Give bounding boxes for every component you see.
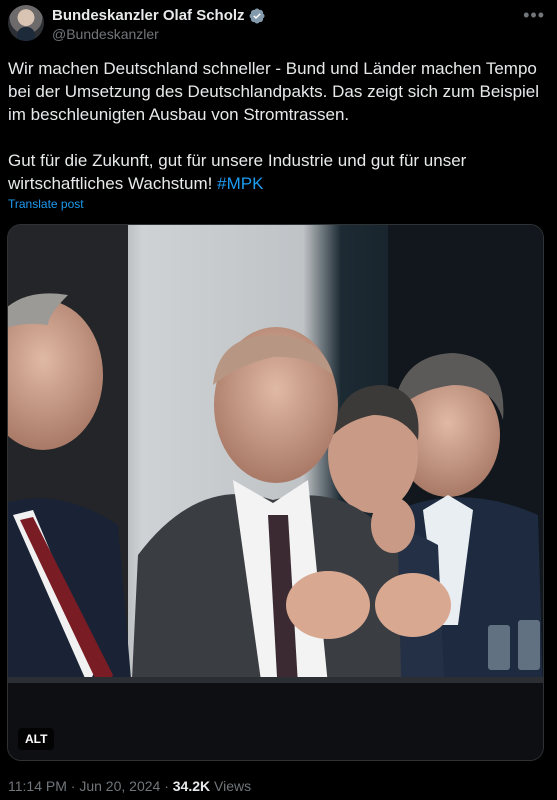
views-count: 34.2K (172, 778, 211, 794)
more-options-icon[interactable]: ••• (523, 5, 545, 26)
tweet-paragraph: Gut für die Zukunft, gut für unsere Indu… (8, 149, 549, 195)
tweet-meta: 11:14 PM · Jun 20, 2024 · 34.2K Views (8, 778, 251, 794)
author-handle[interactable]: @Bundeskanzler (52, 26, 159, 42)
tweet-text: Wir machen Deutschland schneller - Bund … (8, 57, 549, 195)
author-name-row: Bundeskanzler Olaf Scholz (52, 7, 265, 24)
post-time[interactable]: 11:14 PM (8, 778, 67, 794)
meta-separator: · (164, 778, 169, 794)
meta-separator: · (70, 778, 76, 794)
press-conference-photo (8, 225, 543, 760)
tweet-header: Bundeskanzler Olaf Scholz @Bundeskanzler… (8, 5, 549, 45)
tweet-paragraph: Wir machen Deutschland schneller - Bund … (8, 59, 540, 124)
avatar[interactable] (8, 5, 44, 41)
verified-badge-icon (249, 8, 265, 23)
post-date[interactable]: Jun 20, 2024 (79, 778, 160, 794)
translate-post-link[interactable]: Translate post (8, 197, 84, 211)
views-label: Views (214, 778, 252, 794)
author-display-name[interactable]: Bundeskanzler Olaf Scholz (52, 7, 245, 24)
tweet-photo[interactable]: ALT (7, 224, 544, 761)
alt-text-badge[interactable]: ALT (18, 728, 55, 750)
hashtag-link[interactable]: #MPK (217, 174, 263, 193)
